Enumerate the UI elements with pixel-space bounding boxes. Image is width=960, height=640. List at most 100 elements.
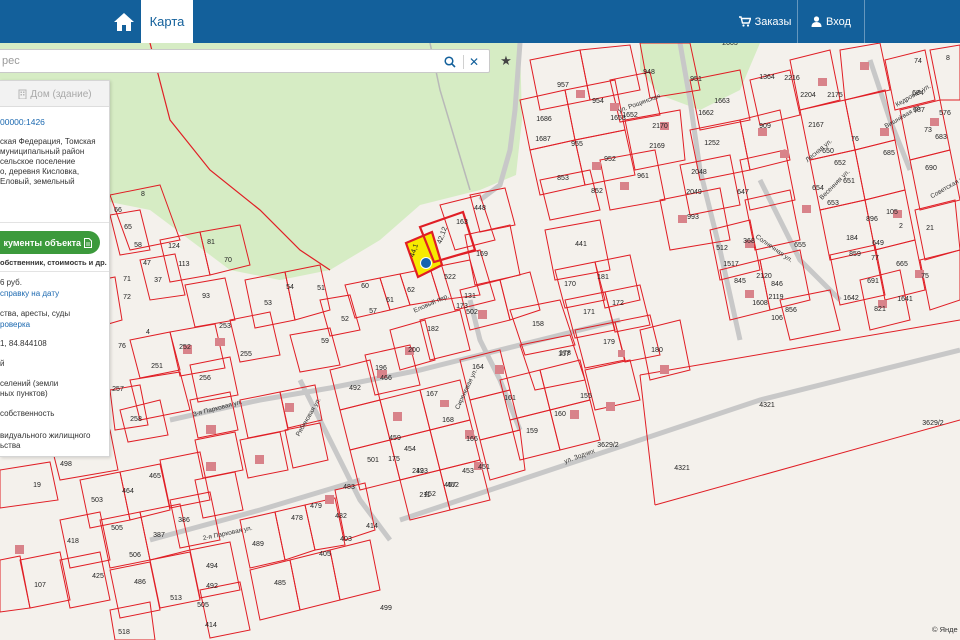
- parcel-number-label: 53: [264, 300, 272, 307]
- parcel: [184, 277, 236, 328]
- parcel-number-label: 691: [867, 278, 879, 285]
- parcel-number-label: 505: [111, 525, 123, 532]
- parcel: [274, 504, 316, 561]
- tab-map[interactable]: Карта: [141, 0, 193, 43]
- parcel-number-label: 1687: [535, 136, 551, 143]
- orders-label: Заказы: [754, 15, 792, 28]
- parcel-number-label: 1663: [714, 98, 730, 105]
- building: [618, 350, 625, 357]
- building: [393, 412, 402, 421]
- tab-house[interactable]: Дом (здание): [0, 81, 109, 107]
- building: [678, 215, 687, 223]
- parcel-number-label: 2169: [649, 143, 665, 150]
- street-name-label: ул. Рощинская: [618, 93, 662, 115]
- building: [620, 182, 629, 190]
- parcel-number-label: 451: [478, 464, 490, 471]
- parcel-number-label: 1517: [723, 261, 739, 268]
- building: [206, 425, 216, 434]
- parcel-number-label: 454: [404, 446, 416, 453]
- parcel-number-label: 196: [375, 365, 387, 372]
- parcel: [379, 389, 431, 441]
- parcel-number-label: 518: [118, 629, 130, 636]
- parcel-number-label: 77: [871, 255, 879, 262]
- parcel-number-label: 501: [367, 457, 379, 464]
- parcel-number-label: 113: [178, 261, 189, 268]
- parcel: [79, 471, 131, 529]
- parcel: [129, 331, 181, 379]
- tab-house-label: Дом (здание): [30, 88, 92, 100]
- parcel-number-label: 59: [321, 338, 329, 345]
- object-documents-button[interactable]: кументы объекта: [0, 231, 100, 254]
- parcel-number-label: 948: [643, 69, 655, 76]
- parcel: [199, 581, 251, 639]
- parcel-number-label: 8: [141, 191, 145, 198]
- search-button[interactable]: [441, 53, 459, 71]
- parcel-number-label: 512: [716, 245, 728, 252]
- street-name-label: 2-я Парковая ул.: [202, 525, 253, 542]
- parcel-number-label: 498: [60, 461, 72, 468]
- parcel-number-label: 93: [202, 293, 210, 300]
- parcel-number-label: 171: [583, 309, 595, 316]
- parcel: [19, 551, 71, 609]
- search-separator: [463, 55, 464, 69]
- parcel-number-label: 72: [123, 294, 131, 301]
- parcel-number-label: 211: [419, 492, 430, 499]
- parcel: [429, 419, 481, 471]
- parcel: [914, 199, 960, 261]
- parcel-number-label: 479: [310, 503, 322, 510]
- parcel-number-label: 73: [924, 127, 932, 134]
- building: [576, 90, 585, 98]
- documents-subtitle: обственник, стоимость и др.: [0, 258, 107, 267]
- parcel: [574, 321, 626, 369]
- parcel-number-label: 8: [946, 55, 950, 62]
- parcel: [554, 261, 606, 309]
- orders-button[interactable]: Заказы: [734, 0, 796, 43]
- parcel-number-label: 4321: [759, 402, 775, 409]
- cadastral-value: 6 руб.: [0, 278, 22, 287]
- check-link[interactable]: роверка: [0, 320, 30, 330]
- parcel-number-label: 61: [386, 297, 394, 304]
- parcel-number-label: 465: [149, 473, 161, 480]
- parcel-number-label: 2204: [800, 92, 816, 99]
- parcel-number-label: 4321: [674, 465, 690, 472]
- home-button[interactable]: [104, 0, 144, 43]
- parcel: [289, 327, 341, 373]
- parcel-number-label: 71: [123, 276, 131, 283]
- parcel: [654, 419, 960, 506]
- parcel-number-label: 166: [466, 436, 478, 443]
- parcel-number-label: 66: [114, 207, 122, 214]
- cadastral-number-link[interactable]: 00000:1426: [0, 117, 45, 127]
- parcel-number-label: 909: [759, 123, 771, 130]
- parcel-number-label: 21: [926, 225, 934, 232]
- building: [206, 462, 216, 471]
- cadastral-map[interactable]: 8 66 65 58 47 124 81 70 113 37 71 72 93 53 54 51 60 61 62 5…: [0, 43, 960, 640]
- home-icon: [114, 12, 134, 31]
- address-line: муниципальный район: [0, 147, 85, 156]
- parcel-number-label: 169: [476, 251, 488, 258]
- clear-search-button[interactable]: ✕: [466, 53, 482, 71]
- address-line: сельское поселение: [0, 157, 76, 166]
- parcel: [99, 511, 151, 569]
- parcel-number-label: 466: [380, 375, 392, 382]
- parcel-number-label: 452: [447, 482, 459, 489]
- map-canvas[interactable]: 8666558471248170113377172 935354 51 6061625…: [0, 43, 960, 640]
- search-input[interactable]: [0, 50, 430, 72]
- parcel: [194, 471, 244, 519]
- parcel-number-label: 65: [124, 224, 132, 231]
- login-label: Вход: [826, 15, 851, 28]
- parcel: [529, 49, 591, 111]
- login-button[interactable]: Вход: [798, 0, 864, 43]
- building: [860, 62, 869, 70]
- favorites-button[interactable]: ★: [495, 49, 517, 73]
- address-line: Еловый, земельный: [0, 177, 75, 186]
- parcel: [109, 601, 156, 640]
- user-icon: [811, 16, 822, 27]
- parcel-number-label: 652: [834, 160, 846, 167]
- parcel-number-label: 131: [464, 293, 476, 300]
- certificate-by-date-link[interactable]: справку на дату: [0, 289, 59, 299]
- document-icon: [84, 237, 92, 248]
- land-category-line: селений (земли: [0, 379, 59, 388]
- parcel-number-label: 486: [134, 579, 146, 586]
- land-category-line: ных пунктов): [0, 389, 48, 398]
- parcel-number-label: 418: [67, 538, 79, 545]
